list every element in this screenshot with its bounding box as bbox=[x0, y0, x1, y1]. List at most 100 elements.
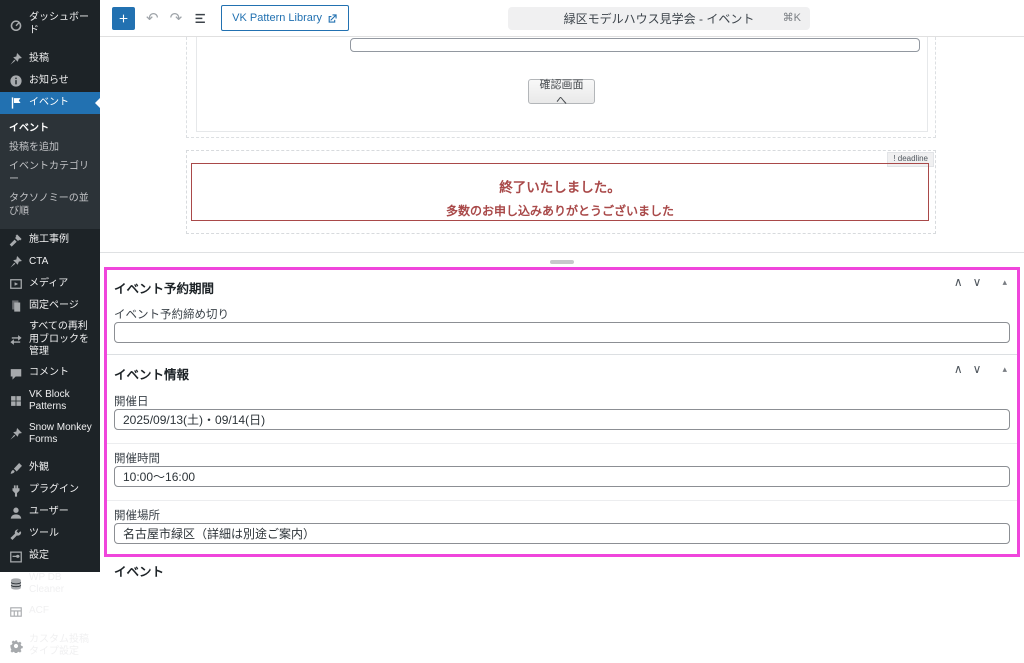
sidebar-item-users[interactable]: ユーザー bbox=[0, 502, 100, 524]
sidebar-item-label: VK Block Patterns bbox=[29, 389, 97, 414]
sidebar-separator bbox=[0, 451, 100, 458]
sidebar-item-label: プラグイン bbox=[29, 484, 79, 497]
sidebar-item-custom-post-type[interactable]: カスタム投稿タイプ設定 bbox=[0, 630, 100, 663]
repeat-icon bbox=[9, 333, 23, 347]
toggle-panel-icon[interactable]: ▴ bbox=[1002, 364, 1007, 375]
grid-icon bbox=[9, 394, 23, 408]
closed-notice-line2: 多数のお申し込みありがとうございました bbox=[192, 202, 928, 219]
submenu-item-taxonomy-order[interactable]: タクソノミーの並び順 bbox=[0, 189, 100, 221]
pages-icon bbox=[9, 299, 23, 313]
plus-icon bbox=[118, 12, 129, 25]
closed-notice-box: 終了いたしました。 多数のお申し込みありがとうございました bbox=[191, 163, 929, 221]
confirm-screen-button[interactable]: 確認画面へ bbox=[528, 79, 595, 104]
sidebar-item-label: 固定ページ bbox=[29, 300, 79, 313]
metabox-resize-handle[interactable] bbox=[550, 260, 574, 264]
move-down-icon[interactable]: ∨ bbox=[968, 363, 987, 375]
sidebar-separator bbox=[0, 623, 100, 630]
pin-icon bbox=[9, 52, 23, 66]
redo-button[interactable]: ↷ bbox=[170, 11, 183, 26]
document-title-bar[interactable]: 緑区モデルハウス見学会 - イベント ⌘K bbox=[508, 7, 810, 30]
admin-sidebar: ダッシュボード 投稿 お知らせ イベント イベント 投稿を追加 イベントカテゴリ… bbox=[0, 0, 100, 572]
submenu-item-event-category[interactable]: イベントカテゴリー bbox=[0, 157, 100, 189]
field-input-deadline[interactable] bbox=[114, 322, 1010, 343]
metabox-controls: ∧ ∨ ▴ bbox=[949, 363, 1007, 375]
field-label-place: 開催場所 bbox=[114, 507, 160, 523]
metabox-area-divider bbox=[100, 252, 1024, 253]
pin-icon bbox=[9, 427, 23, 441]
command-shortcut: ⌘K bbox=[783, 11, 801, 24]
sidebar-item-plugins[interactable]: プラグイン bbox=[0, 480, 100, 502]
sidebar-item-snow-monkey-forms[interactable]: Snow Monkey Forms bbox=[0, 418, 100, 451]
metabox-title-event: イベント bbox=[114, 561, 164, 580]
toggle-panel-icon[interactable]: ▴ bbox=[1002, 277, 1007, 288]
sidebar-item-posts[interactable]: 投稿 bbox=[0, 48, 100, 70]
form-text-input[interactable] bbox=[350, 38, 920, 52]
sidebar-item-label: イベント bbox=[29, 97, 69, 110]
move-up-icon[interactable]: ∧ bbox=[949, 363, 968, 375]
sidebar-item-label: ツール bbox=[29, 528, 59, 541]
sidebar-item-label: ACF bbox=[29, 605, 49, 618]
sidebar-item-settings[interactable]: 設定 bbox=[0, 546, 100, 568]
brush-icon bbox=[9, 462, 23, 476]
sidebar-item-label: カスタム投稿タイプ設定 bbox=[29, 634, 97, 659]
closed-notice-line1: 終了いたしました。 bbox=[192, 176, 928, 196]
metabox-controls: ∧ ∨ ▴ bbox=[949, 276, 1007, 288]
sidebar-item-vk-block-patterns[interactable]: VK Block Patterns bbox=[0, 385, 100, 418]
deadline-block[interactable]: ! deadline 終了いたしました。 多数のお申し込みありがとうございました bbox=[186, 150, 936, 234]
sidebar-item-label: 外観 bbox=[29, 462, 49, 475]
metabox-divider bbox=[107, 354, 1017, 355]
sidebar-item-label: 設定 bbox=[29, 550, 49, 563]
submenu-item-add-post[interactable]: 投稿を追加 bbox=[0, 138, 100, 157]
sidebar-item-label: すべての再利用ブロックを管理 bbox=[29, 321, 97, 359]
field-input-date[interactable] bbox=[114, 409, 1010, 430]
add-block-button[interactable] bbox=[112, 7, 135, 30]
sidebar-item-acf[interactable]: ACF bbox=[0, 601, 100, 623]
sidebar-item-reusable-blocks[interactable]: すべての再利用ブロックを管理 bbox=[0, 317, 100, 363]
wrench-icon bbox=[9, 528, 23, 542]
plugin-icon bbox=[9, 484, 23, 498]
sidebar-item-label: ダッシュボード bbox=[29, 12, 97, 37]
move-up-icon[interactable]: ∧ bbox=[949, 276, 968, 288]
table-icon bbox=[9, 605, 23, 619]
sidebar-item-label: 投稿 bbox=[29, 53, 49, 66]
settings-icon bbox=[9, 550, 23, 564]
field-divider bbox=[107, 443, 1017, 444]
editor-topbar: ↶ ↷ VK Pattern Library 緑区モデルハウス見学会 - イベン… bbox=[100, 0, 1024, 37]
vk-pattern-library-label: VK Pattern Library bbox=[232, 12, 322, 24]
metabox-title-reservation: イベント予約期間 bbox=[114, 278, 214, 297]
list-view-icon[interactable] bbox=[193, 10, 210, 27]
sidebar-item-pages[interactable]: 固定ページ bbox=[0, 295, 100, 317]
hammer-icon bbox=[9, 233, 23, 247]
metabox-title-event-info: イベント情報 bbox=[114, 364, 189, 383]
submenu-item-events[interactable]: イベント bbox=[0, 119, 100, 138]
move-down-icon[interactable]: ∨ bbox=[968, 276, 987, 288]
field-input-place[interactable] bbox=[114, 523, 1010, 544]
editor-content: ↶ ↷ VK Pattern Library 緑区モデルハウス見学会 - イベン… bbox=[100, 0, 1024, 572]
dashboard-icon bbox=[9, 18, 23, 32]
database-icon bbox=[9, 577, 23, 591]
sidebar-item-media[interactable]: メディア bbox=[0, 273, 100, 295]
gear-icon bbox=[9, 639, 23, 653]
pin-icon bbox=[9, 255, 23, 269]
field-divider bbox=[107, 500, 1017, 501]
sidebar-item-label: ユーザー bbox=[29, 506, 69, 519]
sidebar-item-wp-db-cleaner[interactable]: WP DB Cleaner bbox=[0, 568, 100, 601]
sidebar-item-events[interactable]: イベント bbox=[0, 92, 100, 114]
field-label-date: 開催日 bbox=[114, 393, 149, 409]
sidebar-item-cta[interactable]: CTA bbox=[0, 251, 100, 273]
sidebar-item-label: メディア bbox=[29, 278, 68, 291]
sidebar-item-dashboard[interactable]: ダッシュボード bbox=[0, 8, 100, 41]
comment-icon bbox=[9, 367, 23, 381]
field-input-time[interactable] bbox=[114, 466, 1010, 487]
sidebar-item-works[interactable]: 施工事例 bbox=[0, 229, 100, 251]
sidebar-item-comments[interactable]: コメント bbox=[0, 363, 100, 385]
document-title: 緑区モデルハウス見学会 - イベント bbox=[564, 10, 755, 27]
undo-button[interactable]: ↶ bbox=[146, 11, 159, 26]
sidebar-item-tools[interactable]: ツール bbox=[0, 524, 100, 546]
vk-pattern-library-button[interactable]: VK Pattern Library bbox=[221, 5, 349, 31]
sidebar-item-appearance[interactable]: 外観 bbox=[0, 458, 100, 480]
sidebar-item-label: CTA bbox=[29, 256, 48, 269]
sidebar-item-label: Snow Monkey Forms bbox=[29, 422, 97, 447]
events-submenu: イベント 投稿を追加 イベントカテゴリー タクソノミーの並び順 bbox=[0, 114, 100, 229]
sidebar-item-news[interactable]: お知らせ bbox=[0, 70, 100, 92]
